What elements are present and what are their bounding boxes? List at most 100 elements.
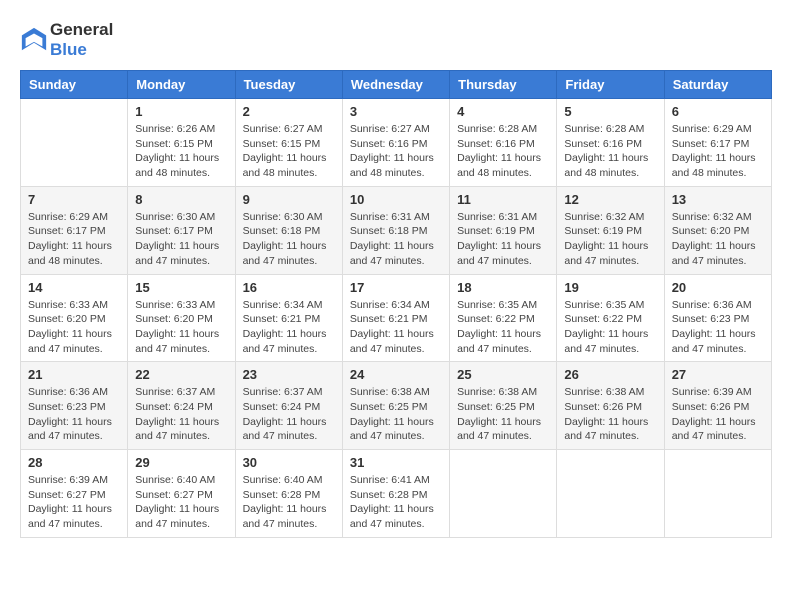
calendar-cell: 29 Sunrise: 6:40 AMSunset: 6:27 PMDayligh… [128,450,235,538]
day-number: 15 [135,280,227,295]
day-number: 26 [564,367,656,382]
day-number: 25 [457,367,549,382]
day-info: Sunrise: 6:30 AMSunset: 6:17 PMDaylight:… [135,210,227,269]
day-info: Sunrise: 6:33 AMSunset: 6:20 PMDaylight:… [135,298,227,357]
calendar-cell: 12 Sunrise: 6:32 AMSunset: 6:19 PMDayligh… [557,186,664,274]
logo-text-blue: Blue [50,40,87,59]
day-number: 11 [457,192,549,207]
day-header-friday: Friday [557,71,664,99]
day-header-sunday: Sunday [21,71,128,99]
day-number: 22 [135,367,227,382]
calendar-cell: 19 Sunrise: 6:35 AMSunset: 6:22 PMDayligh… [557,274,664,362]
calendar-cell: 21Sunrise: 6:36 AMSunset: 6:23 PMDayligh… [21,362,128,450]
day-number: 13 [672,192,764,207]
day-number: 28 [28,455,120,470]
calendar-cell: 1Sunrise: 6:26 AMSunset: 6:15 PMDaylight… [128,99,235,187]
day-info: Sunrise: 6:38 AMSunset: 6:25 PMDaylight:… [350,385,442,444]
day-info: Sunrise: 6:34 AMSunset: 6:21 PMDaylight:… [350,298,442,357]
day-number: 30 [243,455,335,470]
day-number: 24 [350,367,442,382]
day-header-wednesday: Wednesday [342,71,449,99]
page-header: General Blue [20,20,772,60]
day-number: 20 [672,280,764,295]
calendar-week-row: 7Sunrise: 6:29 AMSunset: 6:17 PMDaylight… [21,186,772,274]
day-number: 12 [564,192,656,207]
calendar-table: SundayMondayTuesdayWednesdayThursdayFrid… [20,70,772,538]
calendar-cell: 2Sunrise: 6:27 AMSunset: 6:15 PMDaylight… [235,99,342,187]
calendar-cell: 8 Sunrise: 6:30 AMSunset: 6:17 PMDaylight… [128,186,235,274]
calendar-cell: 4 Sunrise: 6:28 AMSunset: 6:16 PMDaylight… [450,99,557,187]
day-info: Sunrise: 6:40 AMSunset: 6:27 PMDaylight:… [135,473,227,532]
calendar-cell: 20 Sunrise: 6:36 AMSunset: 6:23 PMDayligh… [664,274,771,362]
day-number: 17 [350,280,442,295]
calendar-week-row: 28 Sunrise: 6:39 AMSunset: 6:27 PMDayligh… [21,450,772,538]
day-number: 16 [243,280,335,295]
day-info: Sunrise: 6:36 AMSunset: 6:23 PMDaylight:… [28,385,120,444]
day-number: 8 [135,192,227,207]
day-info: Sunrise: 6:31 AMSunset: 6:18 PMDaylight:… [350,210,442,269]
day-number: 27 [672,367,764,382]
calendar-cell: 3 Sunrise: 6:27 AMSunset: 6:16 PMDaylight… [342,99,449,187]
calendar-cell: 10Sunrise: 6:31 AMSunset: 6:18 PMDayligh… [342,186,449,274]
day-info: Sunrise: 6:33 AMSunset: 6:20 PMDaylight:… [28,298,120,357]
calendar-cell: 30 Sunrise: 6:40 AMSunset: 6:28 PMDayligh… [235,450,342,538]
calendar-cell: 13 Sunrise: 6:32 AMSunset: 6:20 PMDayligh… [664,186,771,274]
calendar-cell: 17 Sunrise: 6:34 AMSunset: 6:21 PMDayligh… [342,274,449,362]
day-number: 19 [564,280,656,295]
day-info: Sunrise: 6:39 AMSunset: 6:27 PMDaylight:… [28,473,120,532]
day-info: Sunrise: 6:26 AMSunset: 6:15 PMDaylight:… [135,122,227,181]
day-info: Sunrise: 6:32 AMSunset: 6:20 PMDaylight:… [672,210,764,269]
day-info: Sunrise: 6:34 AMSunset: 6:21 PMDaylight:… [243,298,335,357]
day-info: Sunrise: 6:41 AMSunset: 6:28 PMDaylight:… [350,473,442,532]
calendar-week-row: 1Sunrise: 6:26 AMSunset: 6:15 PMDaylight… [21,99,772,187]
calendar-cell: 26Sunrise: 6:38 AMSunset: 6:26 PMDayligh… [557,362,664,450]
calendar-cell: 7Sunrise: 6:29 AMSunset: 6:17 PMDaylight… [21,186,128,274]
day-info: Sunrise: 6:39 AMSunset: 6:26 PMDaylight:… [672,385,764,444]
day-header-thursday: Thursday [450,71,557,99]
logo-text-general: General [50,20,113,39]
day-number: 9 [243,192,335,207]
calendar-cell [21,99,128,187]
day-info: Sunrise: 6:38 AMSunset: 6:25 PMDaylight:… [457,385,549,444]
day-info: Sunrise: 6:27 AMSunset: 6:16 PMDaylight:… [350,122,442,181]
day-number: 5 [564,104,656,119]
calendar-header-row: SundayMondayTuesdayWednesdayThursdayFrid… [21,71,772,99]
calendar-cell: 14 Sunrise: 6:33 AMSunset: 6:20 PMDayligh… [21,274,128,362]
day-number: 29 [135,455,227,470]
day-header-saturday: Saturday [664,71,771,99]
calendar-cell [450,450,557,538]
calendar-cell [557,450,664,538]
day-number: 31 [350,455,442,470]
day-info: Sunrise: 6:35 AMSunset: 6:22 PMDaylight:… [457,298,549,357]
calendar-week-row: 14 Sunrise: 6:33 AMSunset: 6:20 PMDayligh… [21,274,772,362]
day-info: Sunrise: 6:28 AMSunset: 6:16 PMDaylight:… [457,122,549,181]
logo-icon [20,26,48,54]
calendar-cell: 28 Sunrise: 6:39 AMSunset: 6:27 PMDayligh… [21,450,128,538]
calendar-cell: 23 Sunrise: 6:37 AMSunset: 6:24 PMDayligh… [235,362,342,450]
calendar-cell: 11 Sunrise: 6:31 AMSunset: 6:19 PMDayligh… [450,186,557,274]
calendar-cell: 5 Sunrise: 6:28 AMSunset: 6:16 PMDaylight… [557,99,664,187]
calendar-cell: 24 Sunrise: 6:38 AMSunset: 6:25 PMDayligh… [342,362,449,450]
day-number: 23 [243,367,335,382]
day-info: Sunrise: 6:28 AMSunset: 6:16 PMDaylight:… [564,122,656,181]
calendar-cell: 25 Sunrise: 6:38 AMSunset: 6:25 PMDayligh… [450,362,557,450]
calendar-cell: 9Sunrise: 6:30 AMSunset: 6:18 PMDaylight… [235,186,342,274]
day-info: Sunrise: 6:31 AMSunset: 6:19 PMDaylight:… [457,210,549,269]
day-number: 3 [350,104,442,119]
day-info: Sunrise: 6:27 AMSunset: 6:15 PMDaylight:… [243,122,335,181]
day-info: Sunrise: 6:40 AMSunset: 6:28 PMDaylight:… [243,473,335,532]
calendar-cell: 18Sunrise: 6:35 AMSunset: 6:22 PMDayligh… [450,274,557,362]
day-info: Sunrise: 6:29 AMSunset: 6:17 PMDaylight:… [28,210,120,269]
day-number: 14 [28,280,120,295]
day-info: Sunrise: 6:32 AMSunset: 6:19 PMDaylight:… [564,210,656,269]
calendar-cell: 31 Sunrise: 6:41 AMSunset: 6:28 PMDayligh… [342,450,449,538]
day-number: 4 [457,104,549,119]
calendar-cell: 27 Sunrise: 6:39 AMSunset: 6:26 PMDayligh… [664,362,771,450]
day-info: Sunrise: 6:36 AMSunset: 6:23 PMDaylight:… [672,298,764,357]
calendar-cell: 6Sunrise: 6:29 AMSunset: 6:17 PMDaylight… [664,99,771,187]
day-info: Sunrise: 6:35 AMSunset: 6:22 PMDaylight:… [564,298,656,357]
day-info: Sunrise: 6:37 AMSunset: 6:24 PMDaylight:… [135,385,227,444]
calendar-cell: 22 Sunrise: 6:37 AMSunset: 6:24 PMDayligh… [128,362,235,450]
day-info: Sunrise: 6:37 AMSunset: 6:24 PMDaylight:… [243,385,335,444]
calendar-week-row: 21Sunrise: 6:36 AMSunset: 6:23 PMDayligh… [21,362,772,450]
